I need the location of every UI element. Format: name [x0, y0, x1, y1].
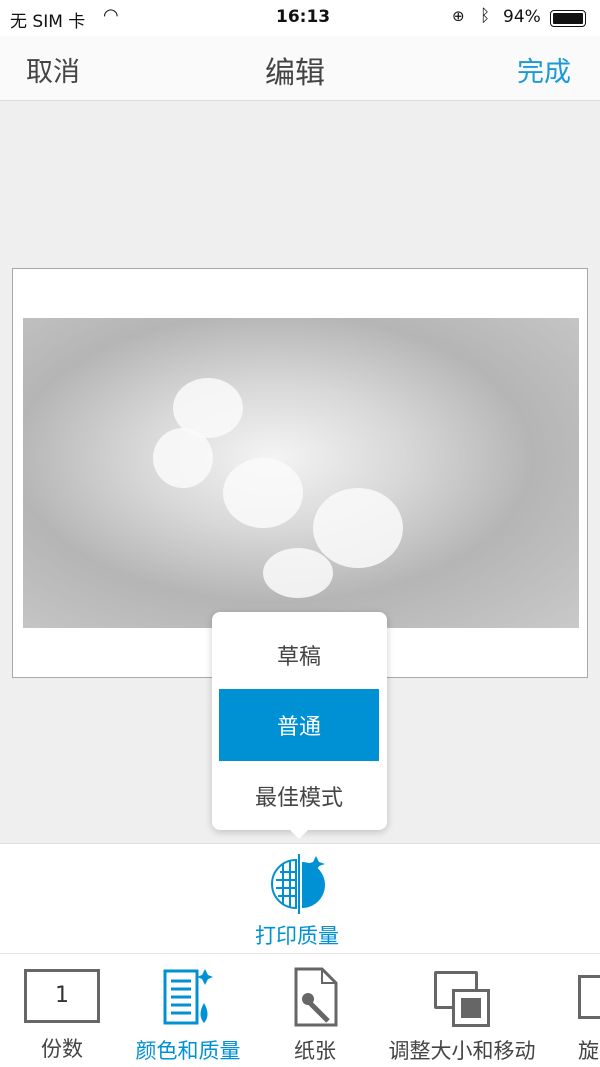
color-quality-icon [163, 967, 213, 1027]
preview-area: 草稿 普通 最佳模式 [0, 101, 600, 843]
tool-paper[interactable]: 纸张 [285, 967, 345, 1065]
cancel-button[interactable]: 取消 [26, 50, 80, 89]
option-normal[interactable]: 普通 [219, 689, 379, 761]
page-title: 编辑 [265, 56, 325, 91]
resize-move-icon [432, 967, 492, 1027]
photo-preview[interactable] [23, 318, 579, 628]
status-bar: 无 SIM 卡 ◠ 16:13 ⊕ ᛒ 94% [0, 0, 600, 36]
tool-resize-move[interactable]: 调整大小和移动 [387, 967, 537, 1065]
tool-label: 旋 [578, 1039, 599, 1063]
tool-label: 纸张 [294, 1039, 336, 1063]
paper-icon [292, 967, 338, 1027]
tool-label: 份数 [41, 1037, 83, 1061]
wifi-icon: ◠ [103, 5, 119, 26]
bluetooth-icon: ᛒ [480, 6, 491, 26]
carrier: 无 SIM 卡 [10, 12, 86, 32]
bottom-toolbar: 1 份数 颜色和质量 纸张 调整大小和移动 旋 [0, 955, 600, 1067]
tool-color-quality[interactable]: 颜色和质量 [132, 967, 244, 1065]
print-quality-icon[interactable] [270, 852, 330, 920]
tool-rotate[interactable]: 旋 [578, 967, 600, 1065]
tool-label: 颜色和质量 [135, 1039, 241, 1063]
option-draft[interactable]: 草稿 [219, 619, 379, 691]
quality-panel: 打印质量 [0, 843, 600, 954]
copies-icon: 1 [24, 969, 100, 1023]
tool-label: 调整大小和移动 [388, 1039, 536, 1063]
option-best[interactable]: 最佳模式 [219, 760, 379, 832]
rotate-icon [578, 975, 600, 1019]
time: 16:13 [276, 7, 331, 27]
quality-popup: 草稿 普通 最佳模式 [212, 612, 387, 839]
battery-percent: 94% [503, 7, 541, 27]
tool-copies[interactable]: 1 份数 [22, 967, 102, 1063]
print-quality-label: 打印质量 [255, 924, 339, 948]
copies-value: 1 [55, 983, 69, 1008]
battery-icon [550, 10, 586, 27]
done-button[interactable]: 完成 [517, 50, 571, 89]
nav-bar: 取消 编辑 完成 [0, 36, 600, 101]
rotation-lock-icon: ⊕ [452, 7, 465, 25]
